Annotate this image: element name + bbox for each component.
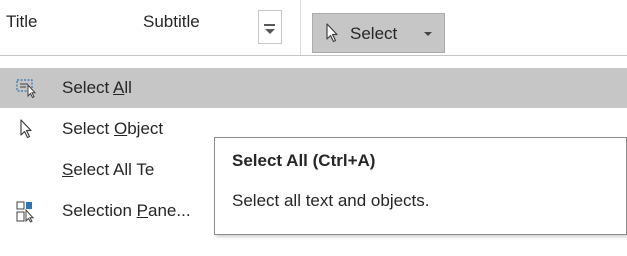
gallery-bar-icon <box>264 24 275 26</box>
select-button[interactable]: Select <box>312 13 445 53</box>
tooltip: Select All (Ctrl+A) Select all text and … <box>214 137 627 235</box>
menu-item-label: Selection Pane... <box>62 201 191 220</box>
ribbon: Title Subtitle Select <box>0 0 627 55</box>
cursor-arrow-icon <box>325 23 341 48</box>
menu-item-label: Select Object <box>62 119 164 138</box>
menu-item-select-all[interactable]: Select All <box>0 68 627 108</box>
menu-item-label: Select All <box>62 78 132 97</box>
select-all-icon <box>16 78 38 103</box>
tooltip-title: Select All (Ctrl+A) <box>232 151 376 170</box>
cursor-arrow-icon <box>16 119 38 144</box>
select-button-label: Select <box>350 24 398 43</box>
chevron-down-icon <box>265 29 275 34</box>
tooltip-description: Select all text and objects. <box>232 191 430 210</box>
style-title[interactable]: Title <box>6 12 38 32</box>
style-subtitle[interactable]: Subtitle <box>143 12 200 32</box>
styles-gallery-more-button[interactable] <box>258 10 282 44</box>
group-separator <box>300 0 301 55</box>
selection-pane-icon <box>16 201 38 228</box>
chevron-down-icon <box>424 32 432 36</box>
menu-item-label: Select All Te <box>62 160 155 179</box>
